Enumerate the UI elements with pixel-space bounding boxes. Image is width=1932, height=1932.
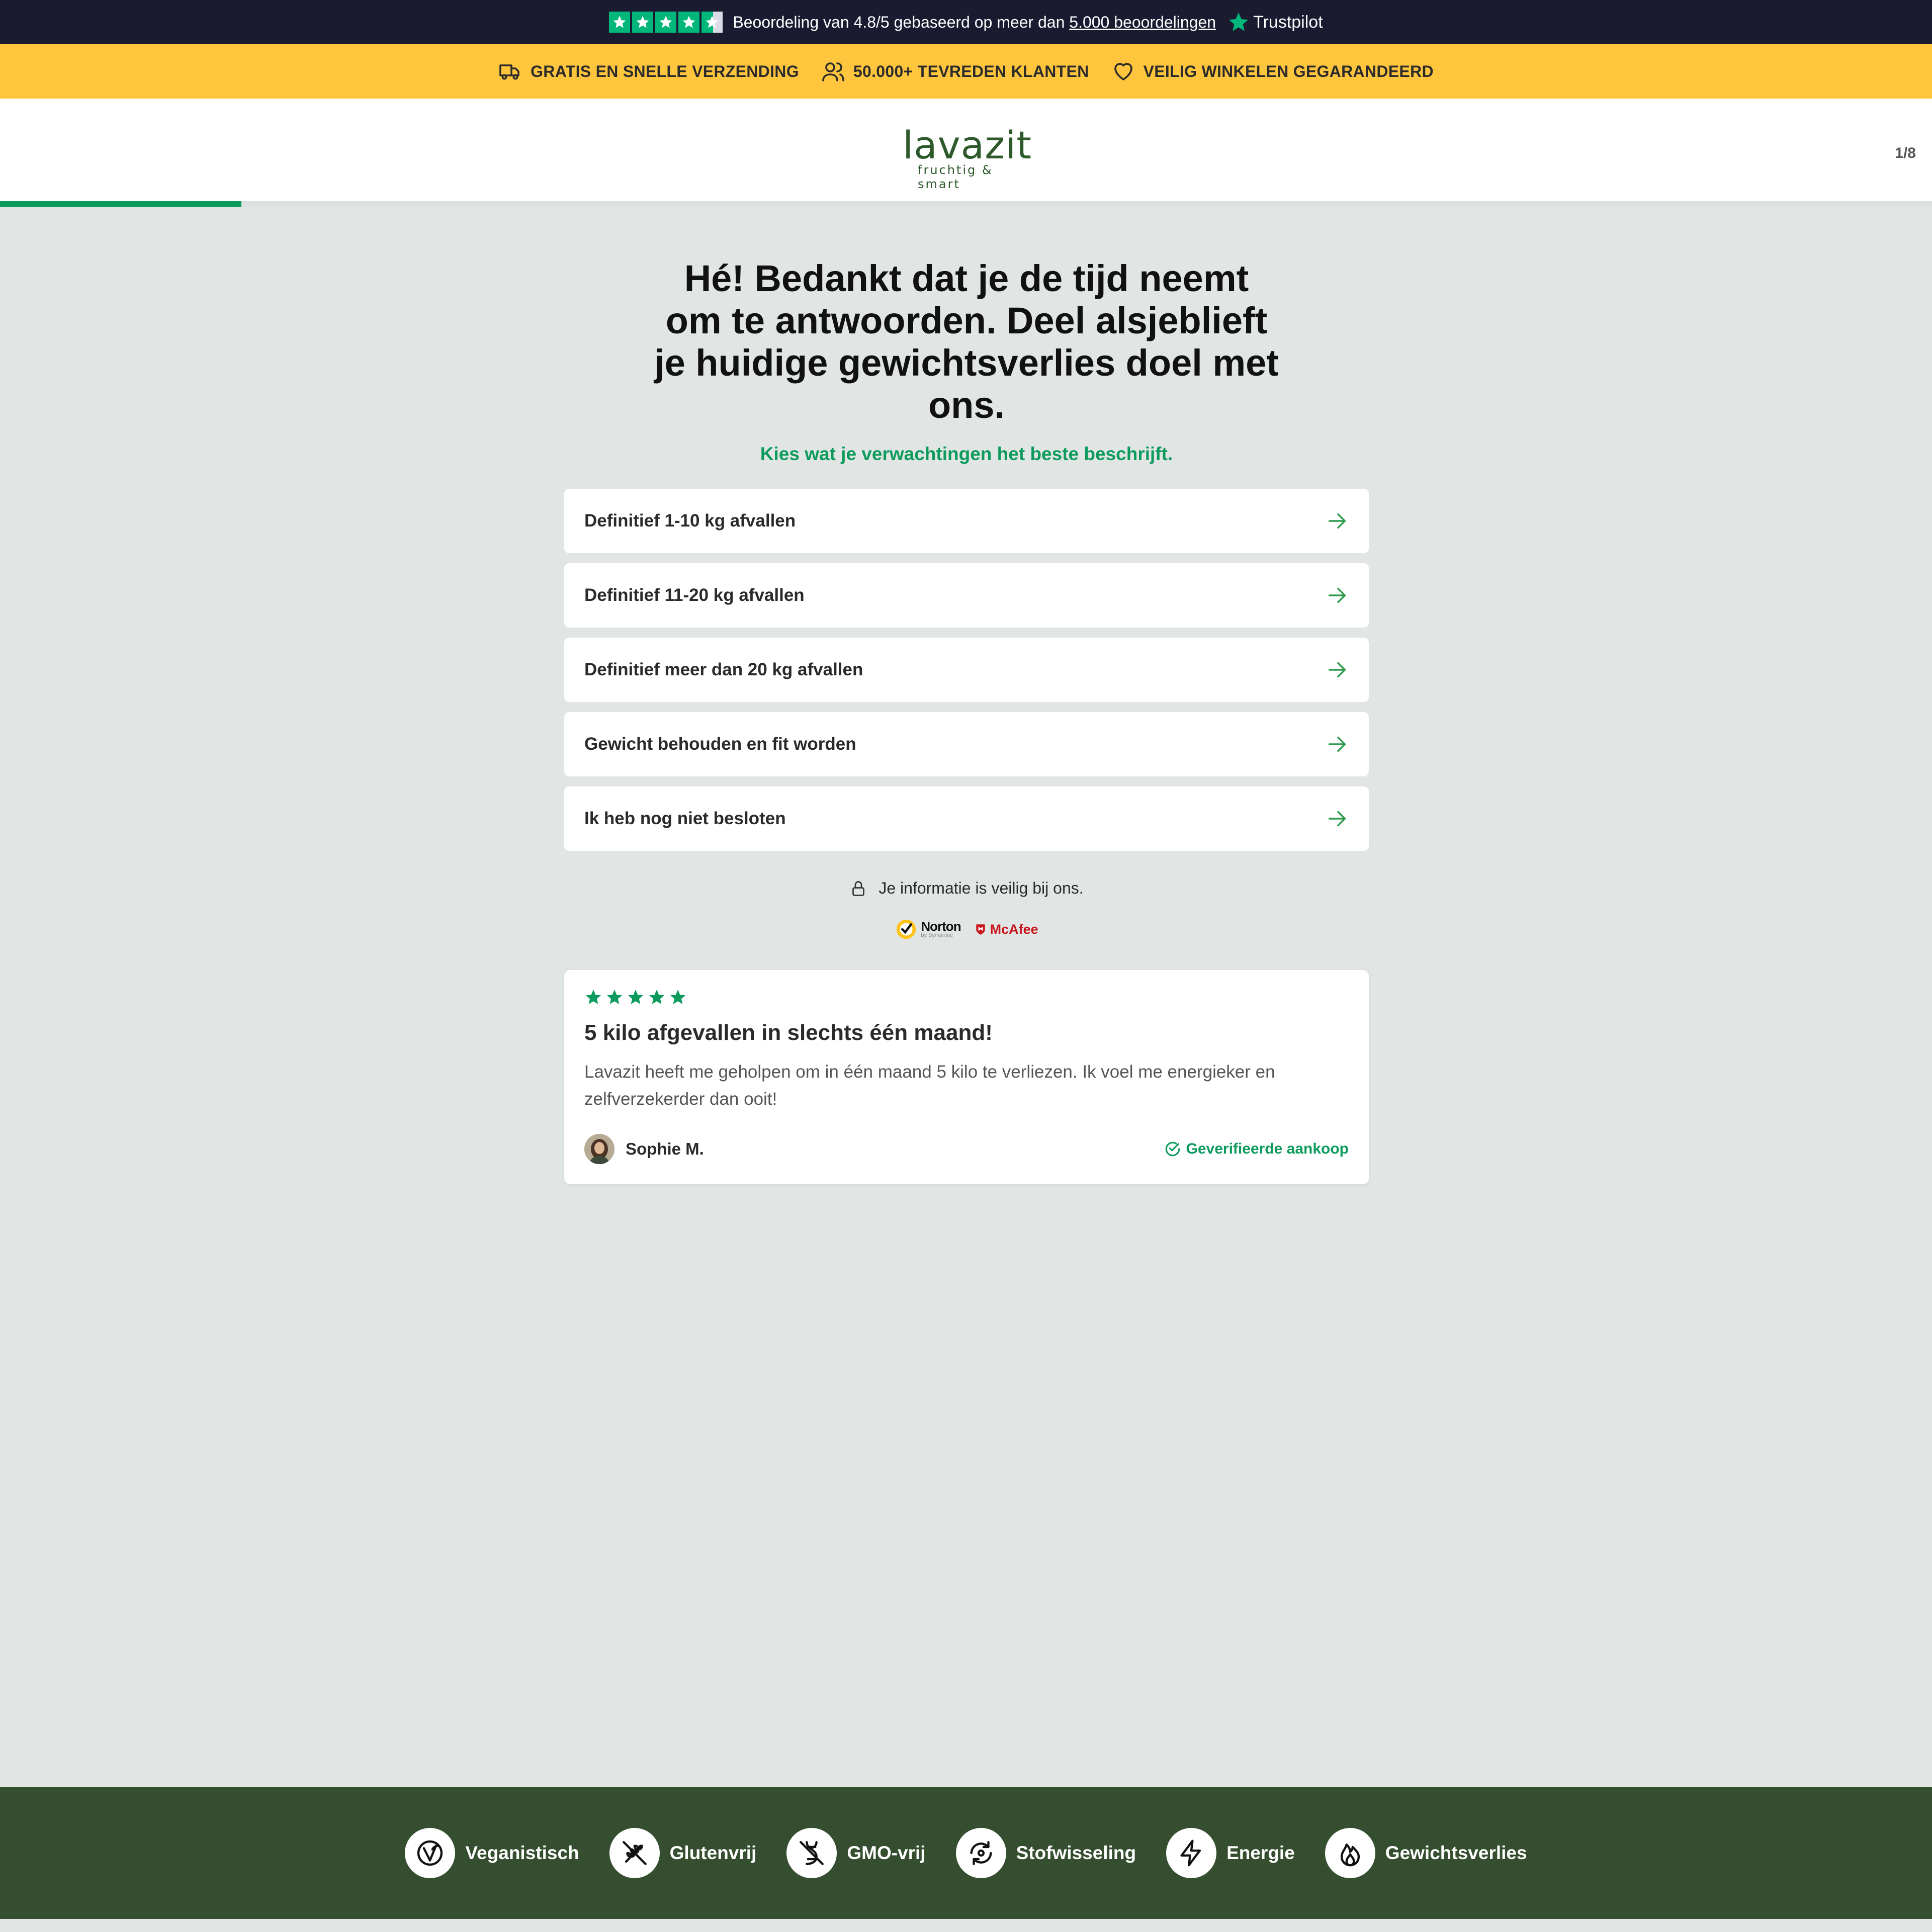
- arrow-right-icon: [1328, 513, 1346, 529]
- star-icon: [586, 990, 601, 1004]
- step-counter: 1/8: [1895, 145, 1916, 161]
- norton-check-icon: [897, 919, 916, 939]
- norton-badge: Norton by Symantec: [895, 918, 961, 941]
- option-maintain-weight[interactable]: Gewicht behouden en fit worden: [564, 712, 1369, 776]
- usp-bar: GRATIS EN SNELLE VERZENDING 50.000+ TEVR…: [0, 44, 1932, 99]
- review-author: Sophie M.: [584, 1134, 704, 1164]
- arrow-right-icon: [1328, 662, 1346, 678]
- answer-options: Definitief 1-10 kg afvallen Definitief 1…: [564, 489, 1369, 851]
- gmo-free-icon: [786, 1828, 837, 1878]
- flame-icon: [1325, 1828, 1375, 1878]
- arrow-right-icon: [1328, 587, 1346, 603]
- metabolism-icon: [955, 1828, 1006, 1878]
- option-more-than-20-kg[interactable]: Definitief meer dan 20 kg afvallen: [564, 638, 1369, 702]
- lavazit-logo[interactable]: lavazit fruchtig & smart: [903, 120, 1031, 191]
- arrow-right-icon: [1328, 736, 1346, 752]
- review-card: 5 kilo afgevallen in slechts één maand! …: [564, 970, 1369, 1184]
- feature-energy: Energie: [1166, 1828, 1295, 1878]
- gluten-free-icon: [609, 1828, 660, 1878]
- star-icon: [607, 990, 622, 1004]
- star-icon: [678, 12, 700, 33]
- star-icon: [670, 990, 685, 1004]
- trustpilot-bar: Beoordeling van 4.8/5 gebaseerd op meer …: [0, 0, 1932, 44]
- star-half-icon: [701, 12, 723, 33]
- feature-weight-loss: Gewichtsverlies: [1325, 1828, 1527, 1878]
- usp-shipping: GRATIS EN SNELLE VERZENDING: [498, 59, 799, 83]
- trustpilot-rating-text: Beoordeling van 4.8/5 gebaseerd op meer …: [733, 13, 1216, 31]
- heart-icon: [1114, 63, 1132, 80]
- quiz-subheadline: Kies wat je verwachtingen het beste besc…: [760, 444, 1173, 464]
- trustpilot-stars: [609, 12, 723, 33]
- mcafee-badge: McAfee: [974, 922, 1038, 937]
- quiz-container: Hé! Bedankt dat je de tijd neemt om te a…: [564, 257, 1369, 1184]
- trustpilot-star-icon: [1228, 12, 1249, 31]
- security-badges: Norton by Symantec McAfee: [564, 918, 1369, 941]
- vegan-icon: [405, 1828, 456, 1878]
- option-undecided[interactable]: Ik heb nog niet besloten: [564, 786, 1369, 851]
- review-footer: Sophie M. Geverifieerde aankoop: [584, 1134, 1349, 1164]
- star-icon: [628, 990, 643, 1004]
- usp-customers: 50.000+ TEVREDEN KLANTEN: [821, 59, 1089, 83]
- reviews-link[interactable]: 5.000 beoordelingen: [1069, 13, 1216, 31]
- trustpilot-logo: Trustpilot: [1227, 11, 1323, 34]
- review-title: 5 kilo afgevallen in slechts één maand!: [584, 1020, 993, 1045]
- verified-purchase: Geverifieerde aankoop: [1164, 1140, 1349, 1158]
- option-1-10-kg[interactable]: Definitief 1-10 kg afvallen: [564, 489, 1369, 553]
- option-11-20-kg[interactable]: Definitief 11-20 kg afvallen: [564, 563, 1369, 628]
- energy-icon: [1166, 1828, 1217, 1878]
- star-icon: [609, 12, 631, 33]
- star-icon: [655, 12, 677, 33]
- feature-gmo-free: GMO-vrij: [786, 1828, 926, 1878]
- star-icon: [632, 12, 654, 33]
- mcafee-shield-icon: [976, 924, 985, 935]
- lock-icon: [852, 881, 865, 896]
- check-circle-icon: [1165, 1141, 1180, 1157]
- truck-icon: [499, 64, 519, 80]
- usp-secure: VEILIG WINKELEN GEGARANDEERD: [1111, 59, 1434, 83]
- feature-footer: Veganistisch Glutenvrij GMO-vrij Stofwis…: [0, 1787, 1932, 1919]
- review-body: Lavazit heeft me geholpen om in één maan…: [584, 1062, 1275, 1109]
- progress-fill: [0, 201, 242, 207]
- users-icon: [822, 62, 844, 81]
- feature-gluten-free: Glutenvrij: [609, 1828, 756, 1878]
- feature-vegan: Veganistisch: [405, 1828, 579, 1878]
- arrow-right-icon: [1328, 811, 1346, 827]
- progress-bar: [0, 201, 1932, 207]
- avatar: [584, 1134, 614, 1164]
- quiz-headline: Hé! Bedankt dat je de tijd neemt om te a…: [654, 257, 1279, 426]
- review-stars: [584, 988, 1349, 1006]
- header: lavazit fruchtig & smart 1/8: [0, 99, 1932, 201]
- security-note: Je informatie is veilig bij ons.: [564, 879, 1369, 898]
- star-icon: [649, 990, 664, 1004]
- feature-metabolism: Stofwisseling: [955, 1828, 1136, 1878]
